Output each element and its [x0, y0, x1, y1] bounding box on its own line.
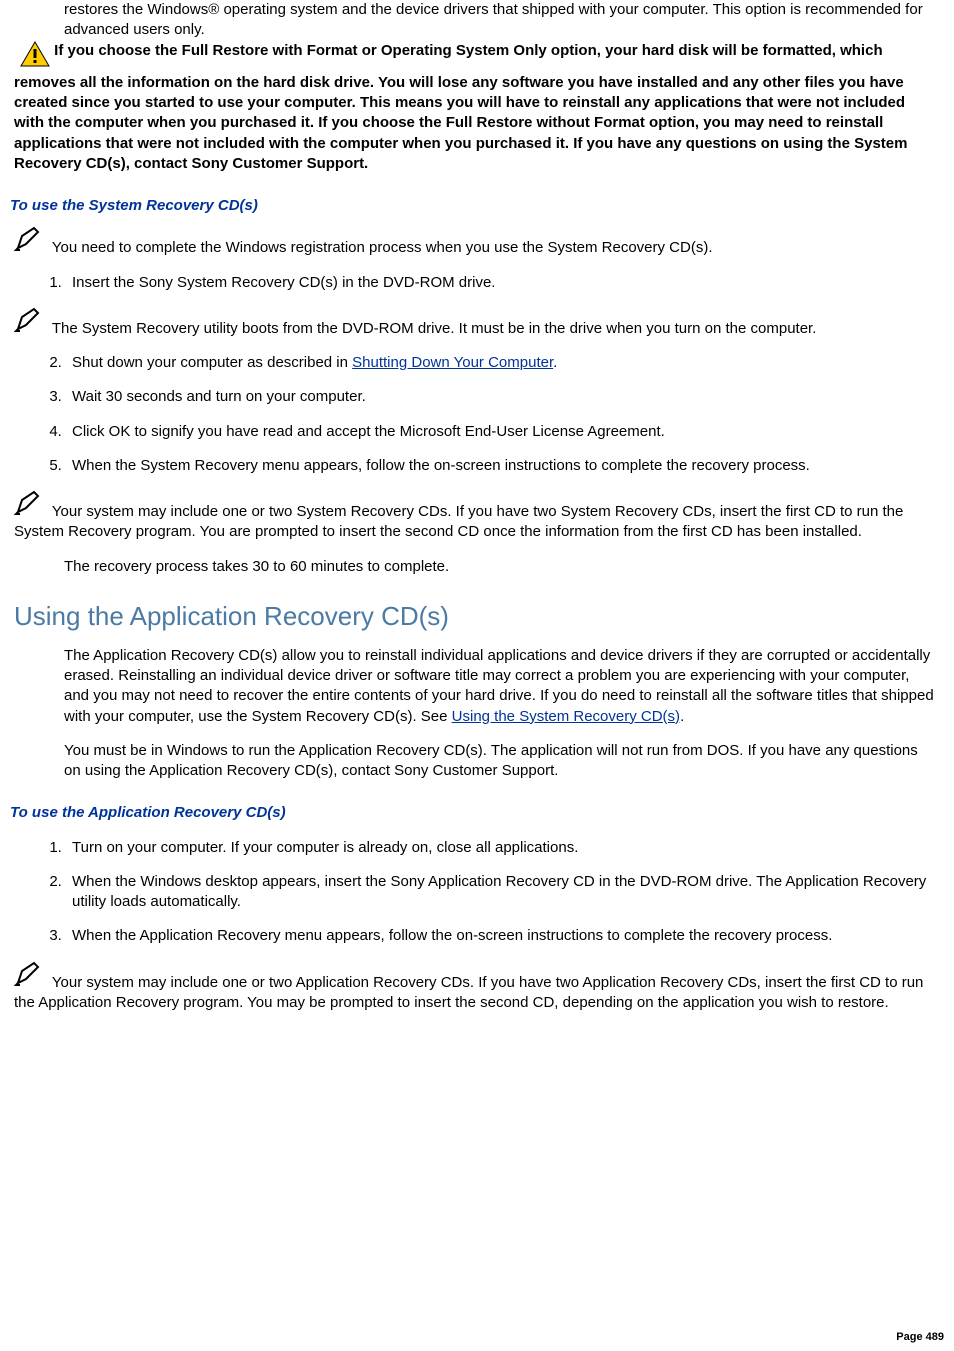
note-two-cds: Your system may include one or two Syste…	[14, 490, 938, 543]
page-number: Page 489	[896, 1330, 944, 1345]
note-text: You need to complete the Windows registr…	[48, 239, 713, 256]
list-item: When the Application Recovery menu appea…	[66, 926, 936, 946]
note-app-two-cds: Your system may include one or two Appli…	[14, 961, 938, 1014]
warning-icon	[20, 41, 50, 73]
list-item: Shut down your computer as described in …	[66, 353, 936, 373]
list-item: Turn on your computer. If your computer …	[66, 838, 936, 858]
note-text: Your system may include one or two Appli…	[14, 974, 923, 1011]
link-system-recovery[interactable]: Using the System Recovery CD(s)	[452, 708, 680, 725]
note-text: The System Recovery utility boots from t…	[48, 320, 816, 337]
step-text: Shut down your computer as described in	[72, 354, 352, 371]
note-boot: The System Recovery utility boots from t…	[14, 307, 938, 339]
intro-paragraph: restores the Windows® operating system a…	[64, 0, 936, 41]
note-text: Your system may include one or two Syste…	[14, 503, 903, 540]
heading-application-recovery: Using the Application Recovery CD(s)	[14, 599, 946, 634]
list-item: Insert the Sony System Recovery CD(s) in…	[66, 273, 936, 293]
note-icon	[14, 490, 44, 522]
link-shutting-down[interactable]: Shutting Down Your Computer	[352, 354, 553, 371]
step-text-end: .	[553, 354, 557, 371]
steps-list-app: Turn on your computer. If your computer …	[66, 838, 936, 947]
list-item: When the System Recovery menu appears, f…	[66, 456, 936, 476]
note-icon	[14, 961, 44, 993]
recovery-time-note: The recovery process takes 30 to 60 minu…	[64, 557, 936, 577]
steps-list-2: Shut down your computer as described in …	[66, 353, 936, 476]
note-registration: You need to complete the Windows registr…	[14, 226, 938, 258]
warning-block: If you choose the Full Restore with Form…	[14, 41, 936, 175]
list-item: Wait 30 seconds and turn on your compute…	[66, 387, 936, 407]
note-icon	[14, 307, 44, 339]
section-heading-app-recovery: To use the Application Recovery CD(s)	[10, 803, 946, 823]
steps-list-1: Insert the Sony System Recovery CD(s) in…	[66, 273, 936, 293]
app-recovery-intro: The Application Recovery CD(s) allow you…	[64, 646, 936, 727]
list-item: Click OK to signify you have read and ac…	[66, 422, 936, 442]
section-heading-system-recovery: To use the System Recovery CD(s)	[10, 196, 946, 216]
warning-text: If you choose the Full Restore with Form…	[14, 42, 907, 172]
para-text-end: .	[680, 708, 684, 725]
note-icon	[14, 226, 44, 258]
app-recovery-windows-note: You must be in Windows to run the Applic…	[64, 741, 936, 782]
list-item: When the Windows desktop appears, insert…	[66, 872, 936, 913]
